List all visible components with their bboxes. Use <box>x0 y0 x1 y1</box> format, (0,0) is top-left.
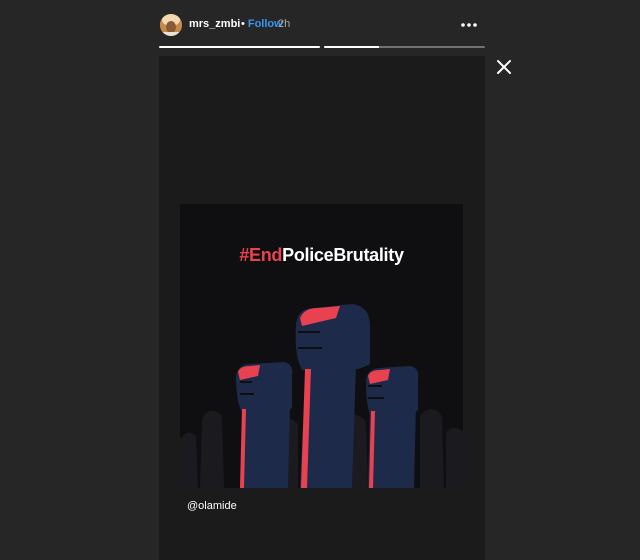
close-icon[interactable] <box>494 57 514 77</box>
progress-segment-2 <box>324 46 485 48</box>
story-viewer: mrs_zmbi • Follow 2h #EndPoliceBrutality… <box>0 0 640 560</box>
progress-fill-2 <box>324 46 379 48</box>
story-username[interactable]: mrs_zmbi <box>189 18 240 30</box>
avatar[interactable] <box>160 14 182 36</box>
story-progress-bar <box>159 46 485 48</box>
poster-hashtag-accent: #End <box>239 245 283 265</box>
story-poster-image: #EndPoliceBrutality <box>180 204 463 488</box>
poster-hashtag: #EndPoliceBrutality <box>180 245 463 266</box>
more-options-icon[interactable] <box>459 15 479 35</box>
mention-sticker[interactable]: @olamide <box>187 500 237 512</box>
poster-hashtag-rest: PoliceBrutality <box>282 245 404 265</box>
follow-separator: • <box>241 18 245 30</box>
progress-segment-1 <box>159 46 320 48</box>
story-header: mrs_zmbi • Follow 2h <box>159 12 485 38</box>
follow-button[interactable]: • Follow <box>241 18 283 30</box>
progress-fill-1 <box>159 46 320 48</box>
story-timestamp: 2h <box>278 18 291 30</box>
avatar-image <box>160 14 182 36</box>
